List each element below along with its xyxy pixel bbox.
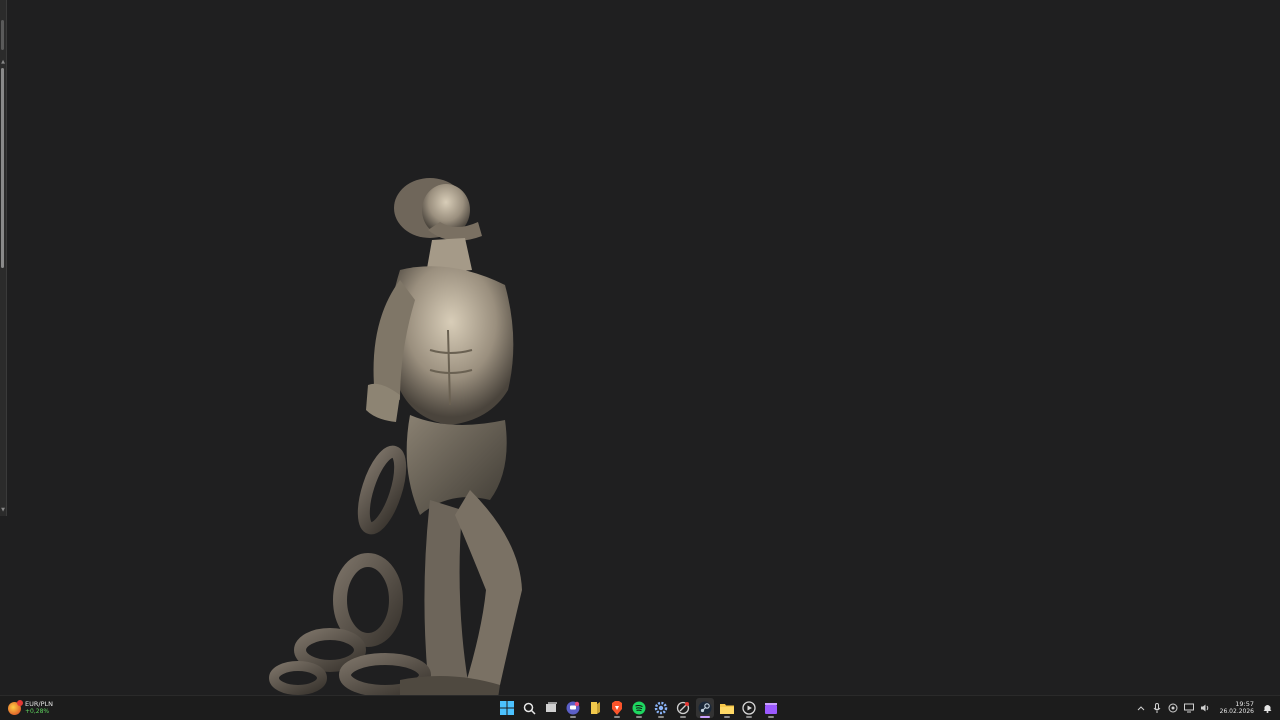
folder-icon <box>720 704 734 714</box>
tray-app-icon[interactable] <box>1168 703 1178 713</box>
running-indicator <box>700 716 710 718</box>
task-view-button[interactable] <box>542 698 560 718</box>
chevron-up-icon[interactable] <box>1136 703 1146 713</box>
running-indicator <box>636 716 642 718</box>
video-app[interactable] <box>762 698 780 718</box>
taskbar-apps <box>498 698 780 718</box>
clapper-icon <box>765 702 777 714</box>
window-edge-scrollbar[interactable]: ▲ ▼ <box>0 0 7 516</box>
running-indicator <box>768 716 774 718</box>
statue-wallpaper <box>250 170 550 698</box>
scroll-down-icon[interactable]: ▼ <box>1 508 5 513</box>
spotify-icon <box>632 701 646 715</box>
running-indicator <box>680 716 686 718</box>
chat-icon <box>566 701 580 715</box>
app-9[interactable] <box>674 698 692 718</box>
search-button[interactable] <box>520 698 538 718</box>
steam-app[interactable] <box>696 698 714 718</box>
notification-bell-icon[interactable] <box>1262 703 1272 713</box>
gear-icon <box>654 701 668 715</box>
notes-app[interactable] <box>586 698 604 718</box>
scroll-thumb[interactable] <box>1 68 4 268</box>
search-icon <box>523 702 536 715</box>
brave-icon <box>612 701 622 715</box>
brave-browser[interactable] <box>608 698 626 718</box>
windows-icon <box>500 701 514 715</box>
running-indicator <box>746 716 752 718</box>
chat-app[interactable] <box>564 698 582 718</box>
steam-icon <box>698 701 712 715</box>
microphone-icon[interactable] <box>1152 703 1162 713</box>
media-player[interactable] <box>740 698 758 718</box>
play-icon <box>742 701 756 715</box>
clock-time: 19:57 <box>1235 700 1254 708</box>
network-icon[interactable] <box>1183 703 1194 713</box>
circle-app-icon <box>676 701 690 715</box>
scroll-up-icon[interactable]: ▲ <box>1 60 5 65</box>
start-button[interactable] <box>498 698 516 718</box>
taskbar: EUR/PLN +0,28% 19:57 26.02.2026 <box>0 695 1280 720</box>
currency-widget[interactable]: EUR/PLN +0,28% <box>8 699 53 717</box>
currency-change: +0,28% <box>25 708 50 715</box>
settings-app[interactable] <box>652 698 670 718</box>
notes-icon <box>591 702 600 714</box>
clock-date: 26.02.2026 <box>1219 708 1254 715</box>
spotify-app[interactable] <box>630 698 648 718</box>
file-explorer[interactable] <box>718 698 736 718</box>
clock[interactable]: 19:57 26.02.2026 <box>1220 700 1254 716</box>
scroll-track <box>1 20 4 50</box>
volume-icon[interactable] <box>1200 703 1210 713</box>
running-indicator <box>658 716 664 718</box>
currency-pair: EUR/PLN <box>25 700 53 708</box>
system-tray: 19:57 26.02.2026 <box>1136 698 1272 718</box>
currency-flag-icon <box>8 699 23 715</box>
task-view-icon <box>545 702 557 712</box>
running-indicator <box>570 716 576 718</box>
running-indicator <box>724 716 730 718</box>
running-indicator <box>614 716 620 718</box>
